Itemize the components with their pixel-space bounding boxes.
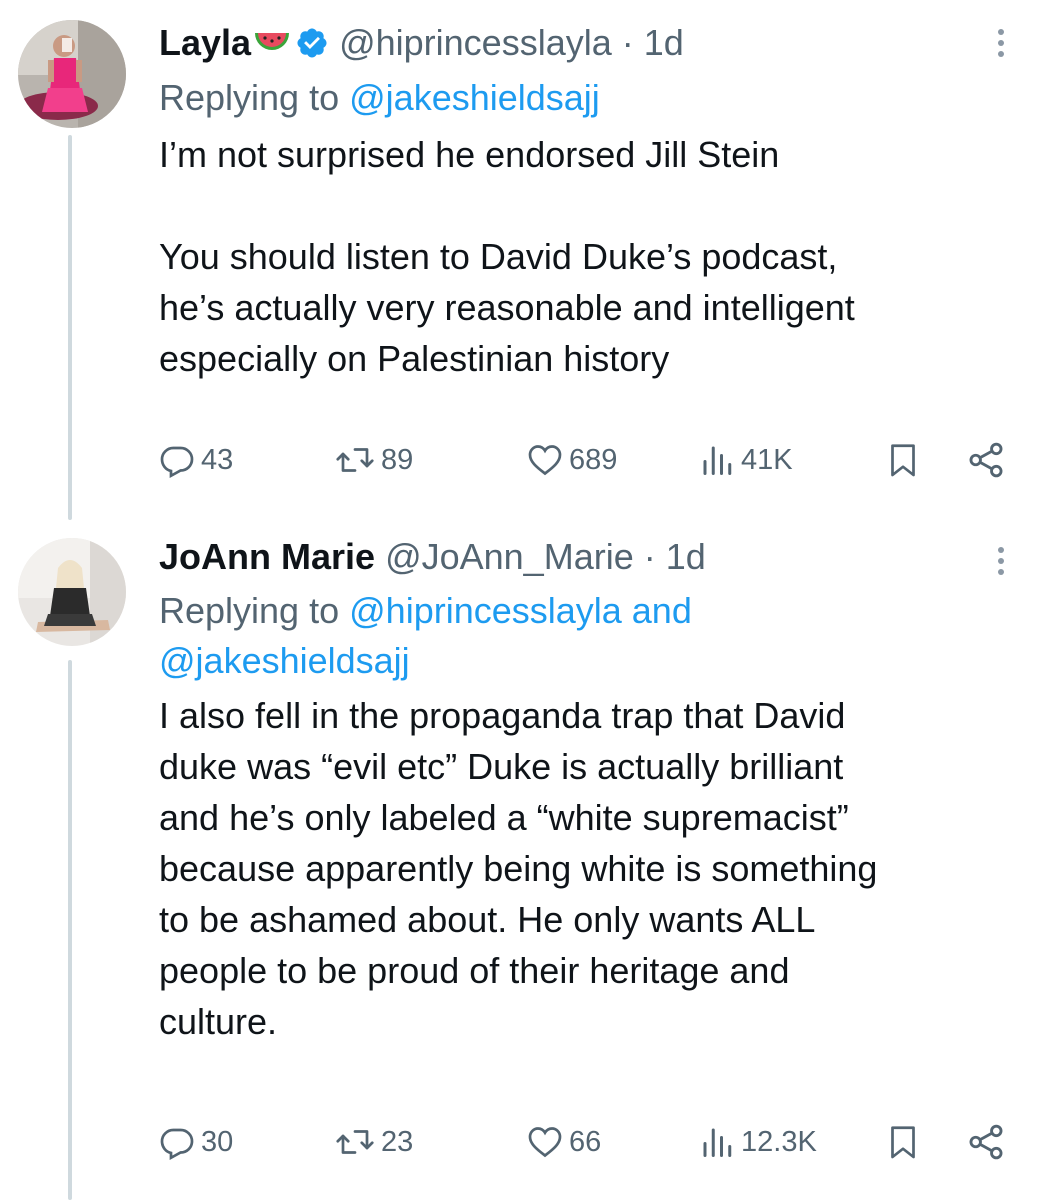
separator-dot: · — [643, 536, 656, 577]
view-count: 41K — [741, 443, 793, 476]
display-name[interactable]: JoAnn Marie — [159, 536, 375, 577]
timestamp[interactable]: 1d — [666, 536, 706, 577]
verified-badge-icon[interactable] — [295, 26, 329, 69]
bookmark-icon — [891, 444, 915, 477]
like-count: 689 — [569, 443, 618, 476]
like-button[interactable]: 689 — [527, 438, 617, 482]
tweet-joann[interactable]: JoAnn Marie @JoAnn_Marie · 1d Replying t… — [0, 520, 1051, 1200]
tweet-layla[interactable]: Layla @hiprincesslayla · 1d Replying to … — [0, 0, 1051, 520]
more-icon[interactable] — [981, 26, 1021, 66]
tweet-text-line: because apparently being white is someth… — [159, 848, 878, 889]
retweet-count: 23 — [381, 1125, 414, 1158]
separator-dot: · — [621, 22, 634, 63]
reply-count: 30 — [201, 1125, 234, 1158]
tweet-text-line: people to be proud of their heritage and — [159, 950, 790, 991]
views-button[interactable]: 41K — [699, 438, 793, 482]
mention-link[interactable]: @jakeshieldsajj — [159, 636, 1021, 686]
views-icon — [703, 446, 732, 475]
action-bar: 43 89 689 41K — [159, 438, 1021, 482]
bookmark-icon — [891, 1126, 915, 1159]
tweet-text: I’m not surprised he endorsed Jill Stein… — [159, 129, 1021, 384]
tweet-text-line: to be ashamed about. He only wants ALL — [159, 899, 816, 940]
reply-button[interactable]: 30 — [159, 1120, 233, 1164]
retweet-button[interactable]: 89 — [335, 438, 413, 482]
retweet-count: 89 — [381, 443, 414, 476]
share-icon — [969, 442, 1003, 478]
replying-prefix: Replying to — [159, 77, 340, 118]
share-button[interactable] — [967, 438, 1005, 482]
reply-icon — [160, 1128, 194, 1160]
retweet-button[interactable]: 23 — [335, 1120, 413, 1164]
heart-icon — [528, 445, 562, 476]
bookmark-button[interactable] — [885, 1120, 921, 1164]
views-button[interactable]: 12.3K — [699, 1120, 817, 1164]
mention-link[interactable]: @hiprincesslayla and — [349, 590, 692, 631]
tweet-text-line: especially on Palestinian history — [159, 338, 670, 379]
share-button[interactable] — [967, 1120, 1005, 1164]
avatar-layla[interactable] — [18, 20, 126, 128]
heart-icon — [528, 1127, 562, 1158]
view-count: 12.3K — [741, 1125, 817, 1158]
views-icon — [703, 1128, 732, 1157]
tweet-text-line: he’s actually very reasonable and intell… — [159, 287, 855, 328]
display-name[interactable]: Layla — [159, 22, 251, 63]
avatar-joann[interactable] — [18, 538, 126, 646]
tweet-text-line: You should listen to David Duke’s podcas… — [159, 236, 838, 277]
watermelon-icon — [253, 26, 291, 68]
like-button[interactable]: 66 — [527, 1120, 601, 1164]
retweet-icon — [336, 448, 374, 472]
user-handle[interactable]: @JoAnn_Marie — [385, 536, 634, 577]
reply-icon — [160, 446, 194, 478]
paragraph-break — [159, 180, 1021, 231]
tweet-text-line: I’m not surprised he endorsed Jill Stein — [159, 134, 780, 175]
tweet-text: I also fell in the propaganda trap that … — [159, 690, 1021, 1047]
tweet-text-line: and he’s only labeled a “white supremaci… — [159, 797, 849, 838]
like-count: 66 — [569, 1125, 602, 1158]
mention-link[interactable]: @jakeshieldsajj — [349, 77, 600, 118]
share-icon — [969, 1124, 1003, 1160]
tweet-text-line: I also fell in the propaganda trap that … — [159, 695, 846, 736]
tweet-header: JoAnn Marie @JoAnn_Marie · 1d — [159, 536, 1021, 578]
tweet-text-line: culture. — [159, 1001, 278, 1042]
replying-to: Replying to @hiprincesslayla and @jakesh… — [159, 586, 1021, 686]
tweet-text-line: duke was “evil etc” Duke is actually bri… — [159, 746, 844, 787]
timestamp[interactable]: 1d — [644, 22, 684, 63]
tweet-header: Layla @hiprincesslayla · 1d — [159, 22, 1021, 69]
reply-button[interactable]: 43 — [159, 438, 233, 482]
retweet-icon — [336, 1130, 374, 1154]
more-icon[interactable] — [981, 544, 1021, 584]
user-handle[interactable]: @hiprincesslayla — [339, 22, 612, 63]
action-bar: 30 23 66 12.3K — [159, 1120, 1021, 1164]
replying-to: Replying to @jakeshieldsajj — [159, 73, 1021, 123]
reply-count: 43 — [201, 443, 234, 476]
replying-prefix: Replying to — [159, 590, 340, 631]
bookmark-button[interactable] — [885, 438, 921, 482]
